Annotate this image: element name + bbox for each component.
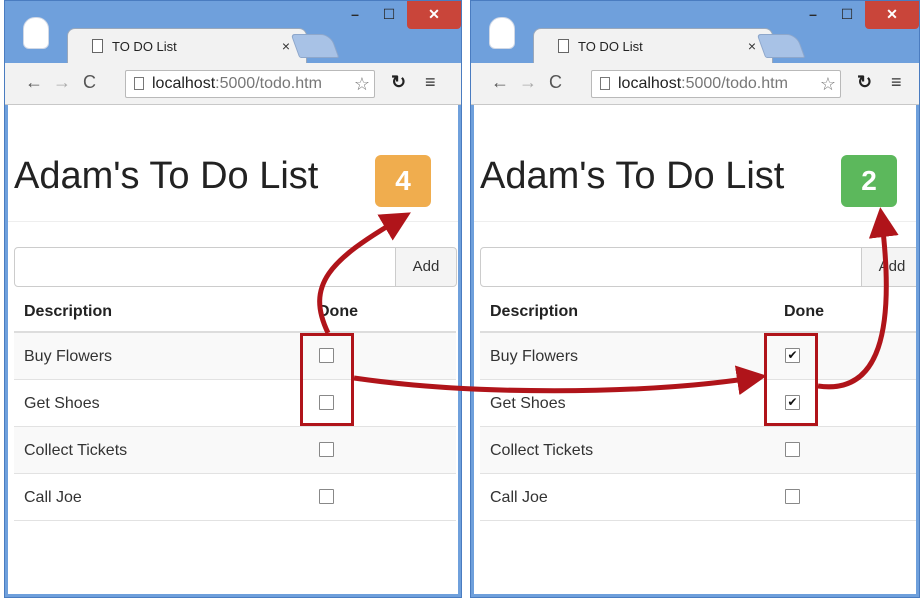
new-tab-button[interactable] [290,34,340,58]
column-header-description: Description [490,303,579,320]
item-description: Buy Flowers [24,348,113,365]
item-description: Buy Flowers [490,348,579,365]
back-arrow-icon[interactable]: ← [25,72,43,93]
item-description: Get Shoes [24,395,100,412]
page-viewport: Adam's To Do List 2 Add Description Done… [474,105,916,594]
profile-avatar-icon[interactable] [489,17,515,49]
close-window-icon[interactable]: ✕ [407,1,461,29]
url-text: localhost:5000/todo.htm [618,71,788,97]
url-path: :5000/todo.htm [215,75,322,92]
reload-icon[interactable]: C [549,72,562,93]
item-description: Get Shoes [490,395,566,412]
browser-window-right: TO DO List × – ☐ ✕ ← → C localhost:5000/… [470,0,920,598]
browser-tab[interactable]: TO DO List × [67,28,307,64]
new-item-input[interactable] [480,247,862,287]
add-button[interactable]: Add [861,247,916,287]
page-title: Adam's To Do List [480,155,785,197]
item-description: Collect Tickets [490,442,594,459]
table-row: Collect Tickets [480,427,916,474]
page-icon [558,39,569,53]
table-row: Collect Tickets [14,427,456,474]
table-row: Get Shoes ✔ [480,380,916,427]
close-window-icon[interactable]: ✕ [865,1,919,29]
page-icon [600,77,610,90]
column-header-done: Done [318,303,358,320]
title-bar: TO DO List × – ☐ ✕ [5,1,461,64]
hamburger-menu-icon[interactable]: ≡ [425,72,436,93]
url-path: :5000/todo.htm [681,75,788,92]
back-arrow-icon[interactable]: ← [491,72,509,93]
forward-arrow-icon[interactable]: → [53,72,71,93]
reload-icon[interactable]: C [83,72,96,93]
hamburger-menu-icon[interactable]: ≡ [891,72,902,93]
done-checkbox[interactable]: ✔ [785,395,800,410]
done-checkbox[interactable] [785,442,800,457]
title-divider [8,221,458,222]
add-button[interactable]: Add [395,247,457,287]
new-tab-button[interactable] [756,34,806,58]
title-bar: TO DO List × – ☐ ✕ [471,1,919,64]
item-description: Call Joe [490,489,548,506]
new-item-input[interactable] [14,247,396,287]
tab-close-icon[interactable]: × [748,38,756,54]
page-icon [92,39,103,53]
extension-icon[interactable]: ↻ [857,72,872,93]
count-badge: 2 [841,155,897,207]
table-row: Get Shoes [14,380,456,427]
browser-toolbar: ← → C localhost:5000/todo.htm ☆ ↻ ≡ [471,63,919,105]
column-header-description: Description [24,303,113,320]
bookmark-star-icon[interactable]: ☆ [354,71,370,97]
table-row: Buy Flowers [14,333,456,380]
table-header: Description Done [14,289,456,333]
item-description: Call Joe [24,489,82,506]
maximize-icon[interactable]: ☐ [373,1,405,29]
page-title: Adam's To Do List [14,155,319,197]
browser-tab[interactable]: TO DO List × [533,28,773,64]
todo-table: Description Done Buy Flowers ✔ Get Shoes… [480,289,916,521]
page-icon [134,77,144,90]
maximize-icon[interactable]: ☐ [831,1,863,29]
done-checkbox[interactable] [319,395,334,410]
url-host: localhost [152,75,216,92]
extension-icon[interactable]: ↻ [391,72,406,93]
bookmark-star-icon[interactable]: ☆ [820,71,836,97]
minimize-icon[interactable]: – [797,1,829,29]
address-bar[interactable]: localhost:5000/todo.htm ☆ [591,70,841,98]
url-text: localhost:5000/todo.htm [152,71,322,97]
page-viewport: Adam's To Do List 4 Add Description Done… [8,105,458,594]
forward-arrow-icon[interactable]: → [519,72,537,93]
done-checkbox[interactable] [319,442,334,457]
count-badge: 4 [375,155,431,207]
table-row: Call Joe [14,474,456,521]
browser-window-left: TO DO List × – ☐ ✕ ← → C localhost:5000/… [4,0,462,598]
tab-close-icon[interactable]: × [282,38,290,54]
tab-title: TO DO List [112,39,177,54]
tab-title: TO DO List [578,39,643,54]
minimize-icon[interactable]: – [339,1,371,29]
done-checkbox[interactable]: ✔ [785,348,800,363]
browser-toolbar: ← → C localhost:5000/todo.htm ☆ ↻ ≡ [5,63,461,105]
profile-avatar-icon[interactable] [23,17,49,49]
done-checkbox[interactable] [319,348,334,363]
table-header: Description Done [480,289,916,333]
table-row: Call Joe [480,474,916,521]
address-bar[interactable]: localhost:5000/todo.htm ☆ [125,70,375,98]
column-header-done: Done [784,303,824,320]
item-description: Collect Tickets [24,442,128,459]
title-divider [474,221,916,222]
done-checkbox[interactable] [785,489,800,504]
url-host: localhost [618,75,682,92]
done-checkbox[interactable] [319,489,334,504]
table-row: Buy Flowers ✔ [480,333,916,380]
todo-table: Description Done Buy Flowers Get Shoes C… [14,289,456,521]
